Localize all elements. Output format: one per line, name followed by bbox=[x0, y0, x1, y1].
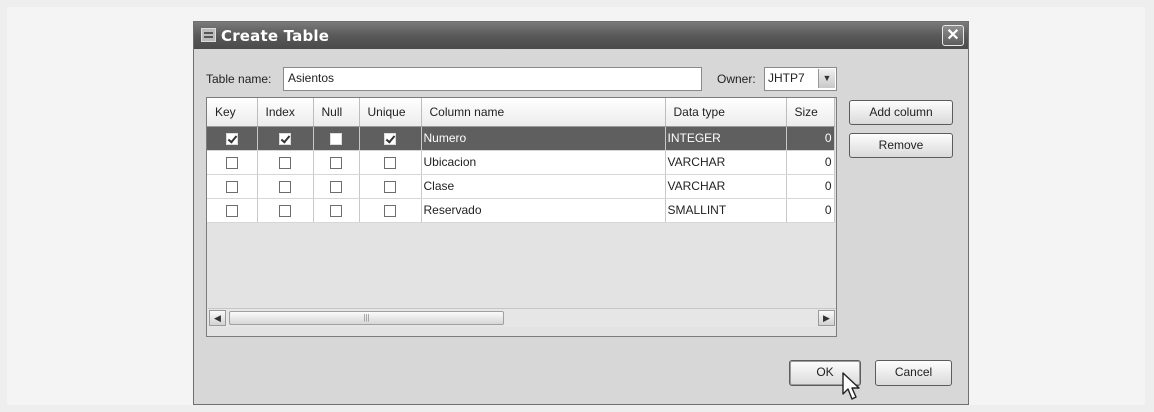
horizontal-scrollbar[interactable]: ◀ ||| ▶ bbox=[208, 308, 836, 327]
null-cell bbox=[313, 150, 360, 175]
key-cell bbox=[207, 150, 258, 175]
remove-button[interactable]: Remove bbox=[849, 133, 953, 158]
header-unique[interactable]: Unique bbox=[359, 98, 422, 127]
header-column-name[interactable]: Column name bbox=[421, 98, 666, 127]
data-type-cell[interactable]: SMALLINT bbox=[665, 198, 787, 223]
null-checkbox[interactable] bbox=[330, 180, 342, 193]
owner-select[interactable]: JHTP7 ▼ bbox=[764, 67, 837, 91]
unique-cell bbox=[359, 150, 422, 175]
grip-icon: ||| bbox=[363, 313, 370, 322]
null-cell bbox=[313, 174, 360, 199]
column-name-cell[interactable]: Reservado bbox=[421, 198, 666, 223]
scroll-right-icon[interactable]: ▶ bbox=[818, 310, 835, 326]
table-name-input[interactable]: Asientos bbox=[283, 67, 702, 91]
null-cell bbox=[313, 198, 360, 223]
table-row[interactable]: Clase VARCHAR 0 bbox=[207, 174, 835, 199]
header-null[interactable]: Null bbox=[313, 98, 360, 127]
unique-checkbox[interactable] bbox=[384, 204, 396, 217]
data-type-cell[interactable]: VARCHAR bbox=[665, 150, 787, 175]
key-checkbox[interactable] bbox=[225, 204, 238, 217]
table-row[interactable]: Numero INTEGER 0 bbox=[207, 126, 835, 151]
unique-checkbox[interactable] bbox=[384, 156, 396, 169]
index-checkbox[interactable] bbox=[279, 156, 291, 169]
index-cell bbox=[257, 198, 314, 223]
unique-cell bbox=[359, 174, 422, 199]
key-checkbox[interactable] bbox=[225, 180, 238, 193]
header-key[interactable]: Key bbox=[207, 98, 258, 127]
key-checkbox[interactable] bbox=[225, 132, 238, 145]
size-cell[interactable]: 0 bbox=[786, 126, 835, 151]
key-cell bbox=[207, 126, 258, 151]
scroll-thumb[interactable]: ||| bbox=[229, 311, 504, 325]
unique-checkbox[interactable] bbox=[384, 132, 396, 145]
column-name-cell[interactable]: Ubicacion bbox=[421, 150, 666, 175]
data-type-cell[interactable]: VARCHAR bbox=[665, 174, 787, 199]
scroll-left-icon[interactable]: ◀ bbox=[209, 310, 226, 326]
table-row[interactable]: Ubicacion VARCHAR 0 bbox=[207, 150, 835, 175]
null-checkbox[interactable] bbox=[330, 132, 342, 145]
index-checkbox[interactable] bbox=[279, 180, 291, 193]
columns-table: Key Index Null Unique Column name Data t… bbox=[206, 97, 837, 337]
index-cell bbox=[257, 150, 314, 175]
column-name-cell[interactable]: Clase bbox=[421, 174, 666, 199]
size-cell[interactable]: 0 bbox=[786, 174, 835, 199]
table-header-row: Key Index Null Unique Column name Data t… bbox=[207, 98, 835, 127]
table-name-label: Table name: bbox=[206, 72, 272, 86]
null-cell bbox=[313, 126, 360, 151]
mouse-pointer-icon bbox=[842, 372, 860, 400]
unique-cell bbox=[359, 126, 422, 151]
unique-checkbox[interactable] bbox=[384, 180, 396, 193]
key-checkbox[interactable] bbox=[225, 156, 238, 169]
header-index[interactable]: Index bbox=[257, 98, 314, 127]
table-icon bbox=[201, 28, 216, 42]
create-table-dialog: Create Table ✕ Table name: Asientos Owne… bbox=[193, 21, 969, 405]
cancel-button[interactable]: Cancel bbox=[875, 360, 952, 386]
index-cell bbox=[257, 126, 314, 151]
index-checkbox[interactable] bbox=[279, 132, 291, 145]
key-cell bbox=[207, 198, 258, 223]
header-data-type[interactable]: Data type bbox=[665, 98, 787, 127]
unique-cell bbox=[359, 198, 422, 223]
data-type-cell[interactable]: INTEGER bbox=[665, 126, 787, 151]
size-cell[interactable]: 0 bbox=[786, 150, 835, 175]
close-button[interactable]: ✕ bbox=[942, 25, 964, 46]
key-cell bbox=[207, 174, 258, 199]
dialog-title: Create Table bbox=[221, 27, 330, 45]
title-bar[interactable]: Create Table ✕ bbox=[194, 22, 968, 49]
chevron-down-icon[interactable]: ▼ bbox=[818, 69, 835, 88]
close-icon: ✕ bbox=[946, 27, 960, 44]
table-name-value: Asientos bbox=[288, 71, 335, 85]
index-checkbox[interactable] bbox=[279, 204, 291, 217]
null-checkbox[interactable] bbox=[330, 156, 342, 169]
owner-value: JHTP7 bbox=[768, 71, 805, 85]
owner-label: Owner: bbox=[717, 72, 756, 86]
column-name-cell[interactable]: Numero bbox=[421, 126, 666, 151]
add-column-button[interactable]: Add column bbox=[849, 100, 953, 125]
size-cell[interactable]: 0 bbox=[786, 198, 835, 223]
index-cell bbox=[257, 174, 314, 199]
null-checkbox[interactable] bbox=[330, 204, 342, 217]
table-row[interactable]: Reservado SMALLINT 0 bbox=[207, 198, 835, 223]
header-size[interactable]: Size bbox=[786, 98, 835, 127]
